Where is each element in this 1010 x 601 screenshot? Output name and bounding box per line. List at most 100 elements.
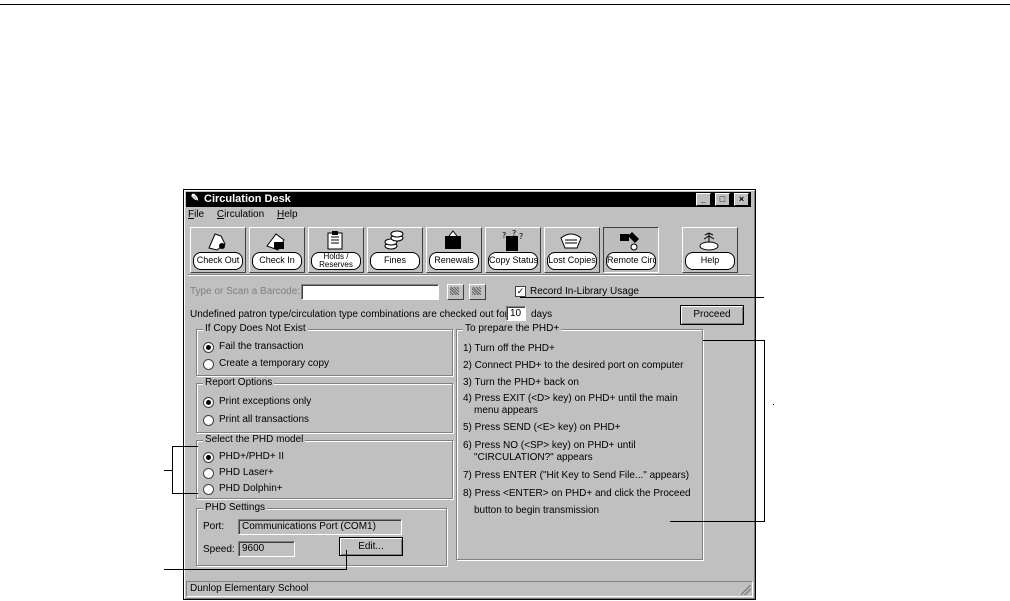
status-bar: Dunlop Elementary School bbox=[186, 581, 753, 597]
barcode-input[interactable] bbox=[301, 284, 439, 300]
renewals-icon bbox=[445, 230, 461, 249]
phd-laser-label: PHD Laser+ bbox=[219, 467, 274, 478]
callout-edit-horizontal bbox=[164, 569, 347, 570]
callout-prepare-top bbox=[703, 340, 764, 341]
step-6-cont: "CIRCULATION?" appears bbox=[474, 452, 593, 463]
phd-settings-title: PHD Settings bbox=[203, 502, 268, 513]
window-title: Circulation Desk bbox=[204, 193, 291, 205]
step-7: 7) Press ENTER ("Hit Key to Send File...… bbox=[463, 470, 690, 481]
phd-settings-group: PHD Settings Port: Communications Port (… bbox=[196, 502, 447, 566]
days-label: days bbox=[531, 309, 553, 320]
help-icon bbox=[699, 232, 719, 251]
callout-prepare-pointer bbox=[773, 404, 774, 405]
print-exceptions-label: Print exceptions only bbox=[219, 396, 312, 407]
lost-copies-button[interactable]: Lost Copies bbox=[544, 227, 600, 273]
holds-reserves-button[interactable]: Holds / Reserves bbox=[308, 227, 364, 273]
check-out-button[interactable]: Check Out bbox=[190, 227, 246, 273]
renewals-button[interactable]: Renewals bbox=[426, 227, 482, 273]
port-field: Communications Port (COM1) bbox=[238, 519, 402, 535]
fines-button[interactable]: Fines bbox=[367, 227, 423, 273]
remote-circ-icon bbox=[620, 232, 639, 251]
prepare-phd-group: To prepare the PHD+ 1) Turn off the PHD+… bbox=[456, 323, 703, 560]
check-in-label: Check In bbox=[252, 252, 302, 270]
svg-text:?: ? bbox=[502, 231, 506, 240]
temporary-copy-label: Create a temporary copy bbox=[219, 358, 330, 369]
scan-button-2[interactable] bbox=[469, 284, 486, 300]
print-exceptions-radio[interactable] bbox=[203, 397, 214, 408]
resize-grip[interactable] bbox=[741, 585, 751, 595]
print-all-radio[interactable] bbox=[203, 415, 214, 426]
phd-model-title: Select the PHD model bbox=[203, 434, 306, 445]
phd-plus-radio[interactable] bbox=[203, 452, 214, 463]
checkout-note: Undefined patron type/circulation type c… bbox=[190, 309, 508, 320]
record-usage-label: Record In-Library Usage bbox=[530, 286, 639, 297]
copy-not-exist-title: If Copy Does Not Exist bbox=[203, 323, 308, 334]
edit-button[interactable]: Edit... bbox=[339, 537, 403, 556]
menu-file[interactable]: File bbox=[188, 209, 204, 220]
speed-label: Speed: bbox=[203, 544, 235, 555]
help-button[interactable]: Help bbox=[682, 227, 738, 273]
title-bar[interactable]: ✎ Circulation Desk _ □ × bbox=[186, 192, 751, 207]
step-1: 1) Turn off the PHD+ bbox=[463, 343, 555, 354]
record-usage-checkbox[interactable]: ✓ bbox=[515, 286, 526, 297]
holds-icon bbox=[327, 231, 343, 250]
fines-label: Fines bbox=[370, 252, 420, 270]
menu-bar: File Circulation Help bbox=[188, 209, 308, 223]
step-4-cont: menu appears bbox=[474, 405, 538, 416]
phd-laser-radio[interactable] bbox=[203, 468, 214, 479]
menu-help[interactable]: Help bbox=[277, 209, 298, 220]
renewals-label: Renewals bbox=[429, 252, 479, 270]
holds-reserves-label: Holds / Reserves bbox=[311, 252, 361, 270]
speed-field: 9600 bbox=[238, 541, 295, 557]
minimize-button[interactable]: _ bbox=[695, 193, 711, 206]
phd-dolphin-label: PHD Dolphin+ bbox=[219, 483, 283, 494]
callout-model-pointer bbox=[164, 470, 172, 471]
svg-text:?: ? bbox=[519, 232, 523, 241]
circulation-desk-window: ✎ Circulation Desk _ □ × File Circulatio… bbox=[183, 189, 756, 600]
fail-transaction-label: Fail the transaction bbox=[219, 341, 304, 352]
callout-record-usage bbox=[520, 297, 764, 298]
print-all-label: Print all transactions bbox=[219, 414, 310, 425]
days-input[interactable]: 10 bbox=[506, 306, 526, 321]
page-rule bbox=[0, 4, 1010, 5]
port-label: Port: bbox=[203, 521, 225, 532]
copy-status-icon: ??? bbox=[502, 230, 523, 251]
phd-dolphin-radio[interactable] bbox=[203, 484, 214, 495]
check-in-button[interactable]: Check In bbox=[249, 227, 305, 273]
phd-model-group: Select the PHD model PHD+/PHD+ II PHD La… bbox=[196, 434, 453, 499]
proceed-button[interactable]: Proceed bbox=[680, 305, 744, 325]
callout-model-top bbox=[172, 446, 198, 447]
remote-circ-label: Remote Circ bbox=[606, 252, 656, 270]
lost-copies-label: Lost Copies bbox=[547, 252, 597, 270]
fail-transaction-radio[interactable] bbox=[203, 342, 214, 353]
barcode-label: Type or Scan a Barcode: bbox=[190, 286, 301, 297]
app-icon: ✎ bbox=[190, 193, 200, 204]
step-3: 3) Turn the PHD+ back on bbox=[463, 377, 579, 388]
close-button[interactable]: × bbox=[734, 193, 749, 206]
copy-status-button[interactable]: ??? Copy Status bbox=[485, 227, 541, 273]
remote-circ-button[interactable]: Remote Circ bbox=[603, 227, 659, 273]
help-label: Help bbox=[685, 252, 735, 270]
phd-plus-label: PHD+/PHD+ II bbox=[219, 451, 285, 462]
scan-button-1[interactable] bbox=[447, 284, 464, 300]
step-4: 4) Press EXIT (<D> key) on PHD+ until th… bbox=[463, 393, 678, 404]
report-options-group: Report Options Print exceptions only Pri… bbox=[196, 377, 453, 433]
copy-status-label: Copy Status bbox=[488, 252, 538, 270]
toolbar: Check Out Check In Holds / Reserves Fines… bbox=[188, 224, 751, 276]
check-in-icon bbox=[266, 233, 285, 251]
callout-prepare-bottom bbox=[670, 521, 764, 522]
menu-circulation[interactable]: Circulation bbox=[217, 209, 264, 220]
step-8: 8) Press <ENTER> on PHD+ and click the P… bbox=[463, 488, 691, 499]
maximize-button[interactable]: □ bbox=[714, 193, 730, 206]
callout-model-bracket bbox=[172, 446, 173, 494]
fines-icon bbox=[384, 230, 404, 250]
check-out-icon bbox=[208, 233, 226, 251]
status-text: Dunlop Elementary School bbox=[190, 583, 309, 594]
svg-text:?: ? bbox=[512, 230, 516, 238]
step-6: 6) Press NO (<SP> key) on PHD+ until bbox=[463, 440, 636, 451]
step-2: 2) Connect PHD+ to the desired port on c… bbox=[463, 360, 684, 371]
report-options-title: Report Options bbox=[203, 377, 275, 388]
toolbar-separator bbox=[188, 274, 751, 276]
step-8-cont: button to begin transmission bbox=[474, 505, 600, 516]
temporary-copy-radio[interactable] bbox=[203, 359, 214, 370]
